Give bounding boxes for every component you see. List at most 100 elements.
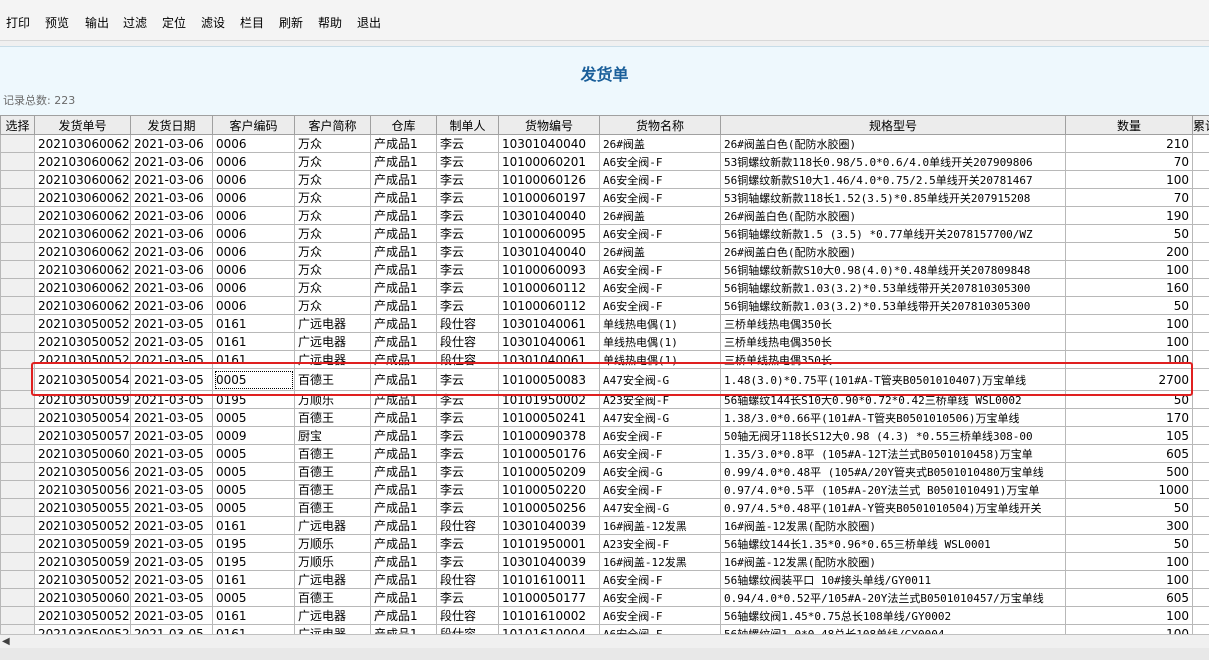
cell-客户简称[interactable]: 万众 (294, 170, 371, 189)
cell-货物名称[interactable]: A6安全阀-F (599, 170, 721, 189)
cell-货物名称[interactable]: 26#阀盖 (599, 206, 721, 225)
cell-货物编号[interactable]: 10301040061 (498, 314, 600, 333)
cell-发货单号[interactable]: 202103050057 (34, 426, 131, 445)
cell-客户简称[interactable]: 万众 (294, 278, 371, 297)
table-row[interactable]: 202103060062 2021-03-06 0006 万众 产成品1 李云 101000… (0, 260, 1209, 279)
cell-规格型号[interactable]: 26#阀盖白色(配防水胶圈) (720, 242, 1066, 261)
table-row[interactable]: 202103050059 2021-03-05 0195 万顺乐 产成品1 李云 10101… (0, 390, 1209, 409)
cell-货物编号[interactable]: 10100050209 (498, 462, 600, 481)
cell-数量[interactable]: 70 (1065, 188, 1193, 207)
column-header-9[interactable]: 规格型号 (720, 115, 1066, 135)
menu-item-5[interactable]: 滤设 (201, 14, 225, 31)
cell-制单人[interactable]: 李云 (436, 296, 499, 315)
cell-规格型号[interactable]: 26#阀盖白色(配防水胶圈) (720, 206, 1066, 225)
cell-发货单号[interactable]: 202103060062 (34, 242, 131, 261)
cell-发货单号[interactable]: 202103050052 (34, 606, 131, 625)
cell-数量[interactable]: 605 (1065, 444, 1193, 463)
cell-客户简称[interactable]: 百德王 (294, 498, 371, 517)
cell-规格型号[interactable]: 56铜轴螺纹新款1.5 (3.5) *0.77单线开关2078157700/WZ (720, 224, 1066, 243)
row-select-cell[interactable] (0, 152, 35, 171)
cell-仓库[interactable]: 产成品1 (370, 606, 437, 625)
menu-item-7[interactable]: 刷新 (279, 14, 303, 31)
row-select-cell[interactable] (0, 588, 35, 607)
cell-客户编码[interactable]: 0161 (212, 516, 295, 535)
cell-发货日期[interactable]: 2021-03-05 (130, 516, 213, 535)
cell-数量[interactable]: 160 (1065, 278, 1193, 297)
cell-货物编号[interactable]: 10100050176 (498, 444, 600, 463)
cell-规格型号[interactable]: 56铜轴螺纹新款S10大0.98(4.0)*0.48单线开关207809848 (720, 260, 1066, 279)
cell-货物编号[interactable]: 10100060201 (498, 152, 600, 171)
cell-客户简称[interactable]: 万众 (294, 152, 371, 171)
cell-数量[interactable]: 210 (1065, 134, 1193, 153)
cell-货物名称[interactable]: A23安全阀-F (599, 390, 721, 409)
cell-客户编码[interactable]: 0005 (212, 588, 295, 607)
cell-数量[interactable]: 50 (1065, 390, 1193, 409)
cell-累计[interactable] (1192, 134, 1209, 153)
cell-货物名称[interactable]: A6安全阀-F (599, 426, 721, 445)
cell-货物编号[interactable]: 10100060095 (498, 224, 600, 243)
row-select-cell[interactable] (0, 606, 35, 625)
cell-货物名称[interactable]: A6安全阀-F (599, 570, 721, 589)
cell-发货日期[interactable]: 2021-03-05 (130, 350, 213, 369)
row-select-cell[interactable] (0, 498, 35, 517)
cell-客户简称[interactable]: 百德王 (294, 462, 371, 481)
cell-货物名称[interactable]: 26#阀盖 (599, 134, 721, 153)
cell-发货日期[interactable]: 2021-03-05 (130, 480, 213, 499)
cell-货物编号[interactable]: 10101950002 (498, 390, 600, 409)
menu-item-1[interactable]: 预览 (45, 14, 69, 31)
cell-数量[interactable]: 1000 (1065, 480, 1193, 499)
cell-规格型号[interactable]: 1.38/3.0*0.66平(101#A-T管夹B0501010506)万宝单线 (720, 408, 1066, 427)
cell-制单人[interactable]: 李云 (436, 444, 499, 463)
cell-货物名称[interactable]: A23安全阀-F (599, 534, 721, 553)
row-select-cell[interactable] (0, 390, 35, 409)
cell-客户简称[interactable]: 百德王 (294, 480, 371, 499)
row-select-cell[interactable] (0, 570, 35, 589)
cell-货物编号[interactable]: 10101950001 (498, 534, 600, 553)
table-row[interactable]: 202103050060 2021-03-05 0005 百德王 产成品1 李云 10100… (0, 444, 1209, 463)
cell-累计[interactable] (1192, 206, 1209, 225)
cell-客户编码[interactable]: 0195 (212, 552, 295, 571)
cell-客户编码[interactable]: 0006 (212, 278, 295, 297)
cell-规格型号[interactable]: 1.48(3.0)*0.75平(101#A-T管夹B0501010407)万宝单… (720, 368, 1066, 391)
cell-规格型号[interactable]: 0.97/4.5*0.48平(101#A-Y管夹B0501010504)万宝单线… (720, 498, 1066, 517)
cell-货物编号[interactable]: 10100060197 (498, 188, 600, 207)
cell-规格型号[interactable]: 56轴螺纹144长1.35*0.96*0.65三桥单线 WSL0001 (720, 534, 1066, 553)
cell-制单人[interactable]: 李云 (436, 498, 499, 517)
cell-规格型号[interactable]: 56轴螺纹阀装平口 10#接头单线/GY0011 (720, 570, 1066, 589)
cell-发货单号[interactable]: 202103050059 (34, 534, 131, 553)
cell-制单人[interactable]: 李云 (436, 188, 499, 207)
row-select-cell[interactable] (0, 534, 35, 553)
cell-累计[interactable] (1192, 408, 1209, 427)
cell-仓库[interactable]: 产成品1 (370, 188, 437, 207)
cell-仓库[interactable]: 产成品1 (370, 368, 437, 391)
cell-货物名称[interactable]: 单线热电偶(1) (599, 332, 721, 351)
horizontal-scrollbar[interactable]: ◀ (0, 634, 1209, 649)
cell-发货日期[interactable]: 2021-03-05 (130, 606, 213, 625)
cell-货物名称[interactable]: A6安全阀-F (599, 480, 721, 499)
menu-item-9[interactable]: 退出 (357, 14, 381, 31)
cell-客户简称[interactable]: 万众 (294, 188, 371, 207)
cell-发货日期[interactable]: 2021-03-06 (130, 134, 213, 153)
table-row[interactable]: 202103060062 2021-03-06 0006 万众 产成品1 李云 101000… (0, 224, 1209, 243)
cell-货物编号[interactable]: 10101610002 (498, 606, 600, 625)
cell-发货单号[interactable]: 202103060062 (34, 134, 131, 153)
cell-数量[interactable]: 190 (1065, 206, 1193, 225)
cell-数量[interactable]: 170 (1065, 408, 1193, 427)
cell-仓库[interactable]: 产成品1 (370, 296, 437, 315)
cell-货物编号[interactable]: 10301040040 (498, 134, 600, 153)
row-select-cell[interactable] (0, 408, 35, 427)
cell-制单人[interactable]: 段仕容 (436, 516, 499, 535)
table-row[interactable]: 202103060062 2021-03-06 0006 万众 产成品1 李云 101000… (0, 188, 1209, 207)
row-select-cell[interactable] (0, 134, 35, 153)
cell-累计[interactable] (1192, 350, 1209, 369)
cell-累计[interactable] (1192, 332, 1209, 351)
cell-规格型号[interactable]: 56铜螺纹新款S10大1.46/4.0*0.75/2.5单线开关20781467 (720, 170, 1066, 189)
cell-规格型号[interactable]: 56轴螺纹144长S10大0.90*0.72*0.42三桥单线 WSL0002 (720, 390, 1066, 409)
column-header-3[interactable]: 客户编码 (212, 115, 295, 135)
cell-货物名称[interactable]: A47安全阀-G (599, 408, 721, 427)
cell-客户简称[interactable]: 百德王 (294, 588, 371, 607)
scroll-left-icon[interactable]: ◀ (2, 636, 10, 647)
cell-客户编码[interactable]: 0195 (212, 390, 295, 409)
cell-货物名称[interactable]: A6安全阀-F (599, 296, 721, 315)
cell-客户编码[interactable]: 0006 (212, 170, 295, 189)
